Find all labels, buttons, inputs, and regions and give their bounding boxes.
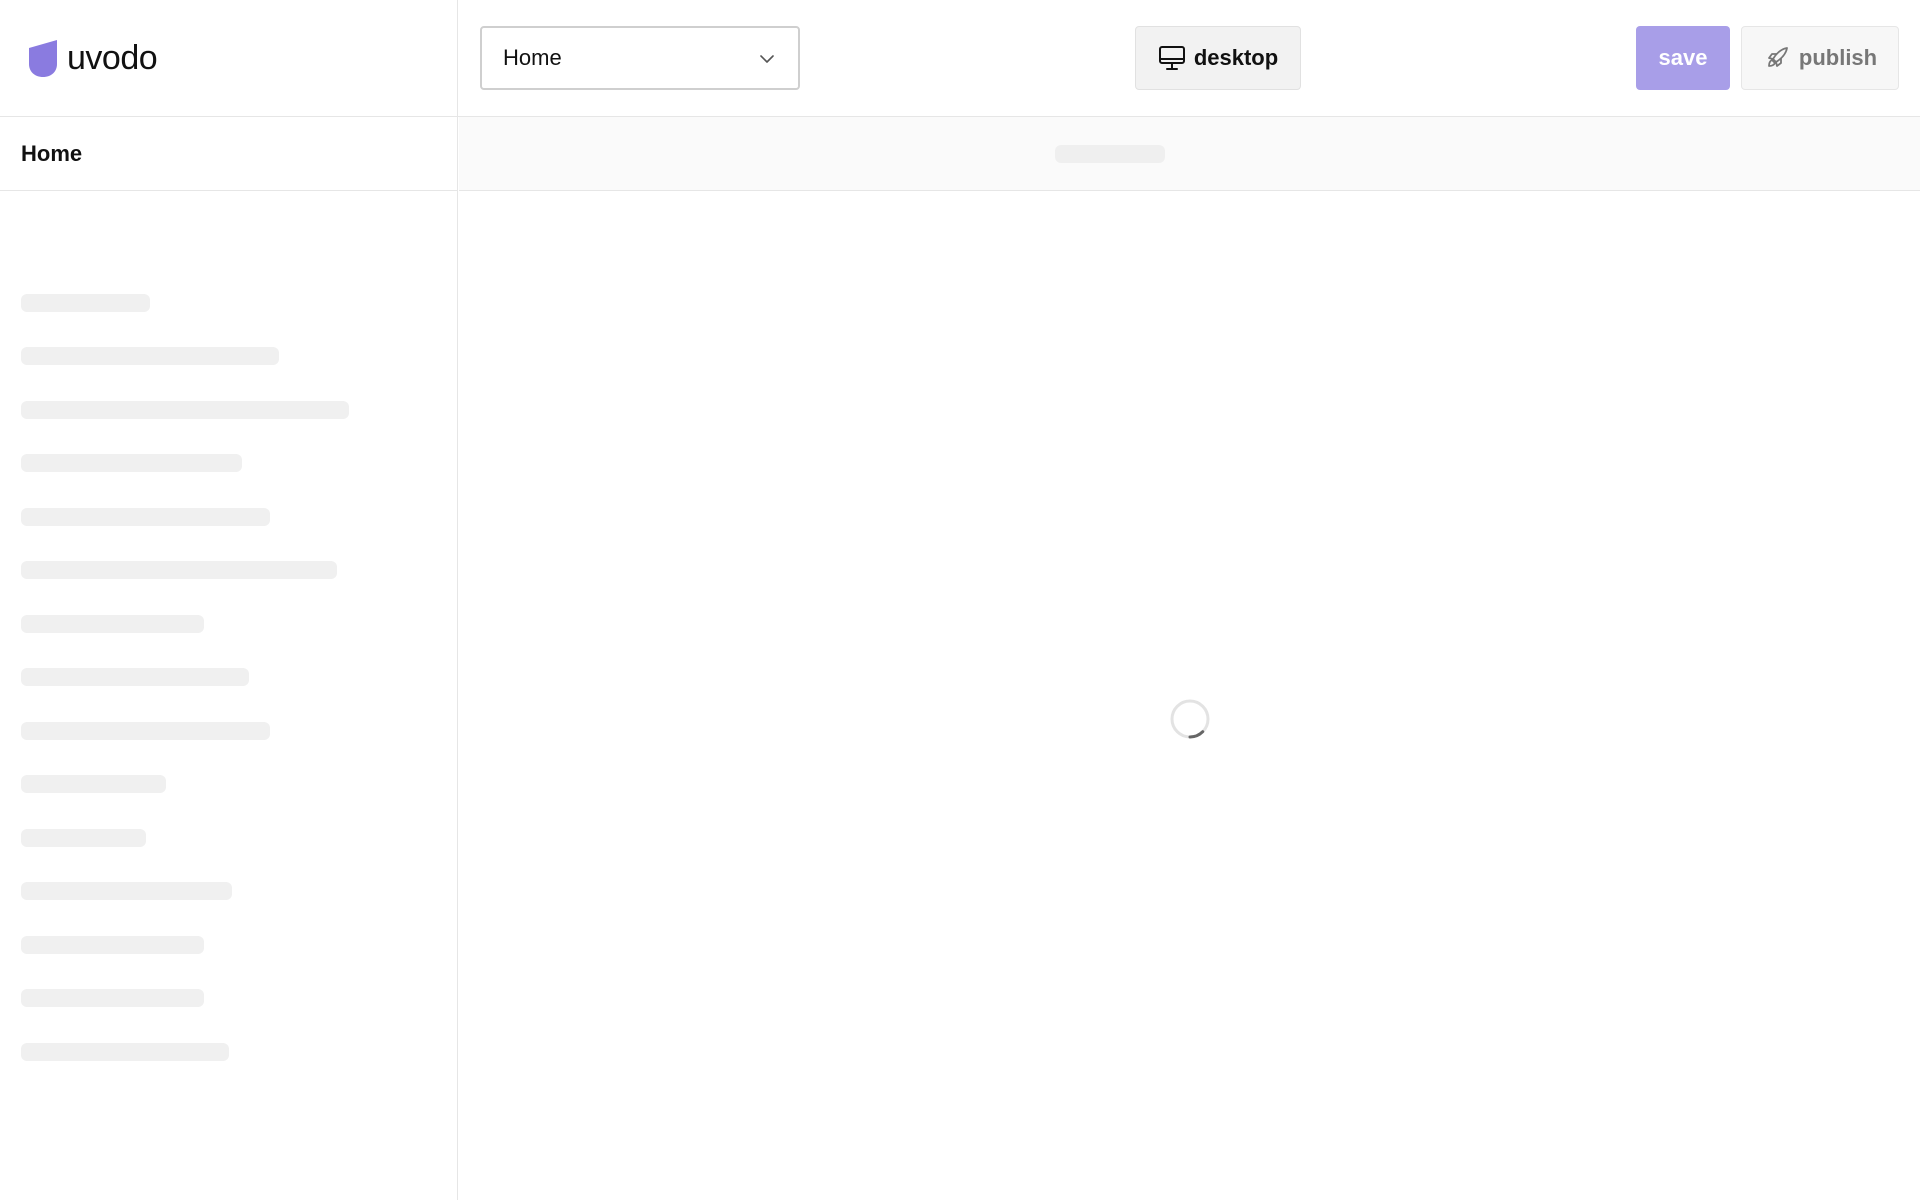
- skeleton-row: [21, 668, 249, 686]
- uvodo-logo-icon: [29, 40, 57, 77]
- device-toggle-button[interactable]: desktop: [1135, 26, 1301, 90]
- skeleton-row: [21, 294, 150, 312]
- skeleton-row: [21, 615, 204, 633]
- publish-label: publish: [1798, 45, 1878, 70]
- save-label: save: [1658, 45, 1708, 70]
- skeleton-row: [21, 829, 146, 847]
- skeleton-row: [21, 882, 232, 900]
- skeleton-row: [21, 936, 204, 954]
- page-select-dropdown[interactable]: Home: [480, 26, 800, 90]
- sidebar-title: Home: [0, 117, 457, 191]
- save-button[interactable]: save: [1636, 26, 1730, 90]
- canvas-toolbar: [459, 117, 1920, 191]
- publish-button[interactable]: publish: [1741, 26, 1899, 90]
- skeleton-title: [1055, 145, 1165, 163]
- page-select-value: Home: [503, 45, 562, 70]
- skeleton-row: [21, 722, 270, 740]
- device-label: desktop: [1193, 45, 1279, 70]
- chevron-down-icon: [760, 55, 774, 63]
- logo-area[interactable]: uvodo: [0, 0, 458, 116]
- skeleton-row: [21, 508, 270, 526]
- skeleton-row: [21, 454, 242, 472]
- app-root: uvodo Home desktop save publish Home: [0, 0, 1920, 1200]
- spinner-icon: [1170, 699, 1210, 739]
- monitor-icon: [1158, 46, 1185, 70]
- skeleton-row: [21, 989, 204, 1007]
- skeleton-row: [21, 1043, 229, 1061]
- skeleton-row: [21, 561, 337, 579]
- skeleton-row: [21, 401, 349, 419]
- editor-canvas: [459, 117, 1920, 1200]
- skeleton-row: [21, 347, 279, 365]
- skeleton-row: [21, 775, 166, 793]
- sidebar: Home: [0, 117, 458, 1200]
- top-header: uvodo Home desktop save publish: [0, 0, 1920, 117]
- rocket-icon: [1767, 47, 1788, 67]
- logo-text: uvodo: [67, 38, 158, 77]
